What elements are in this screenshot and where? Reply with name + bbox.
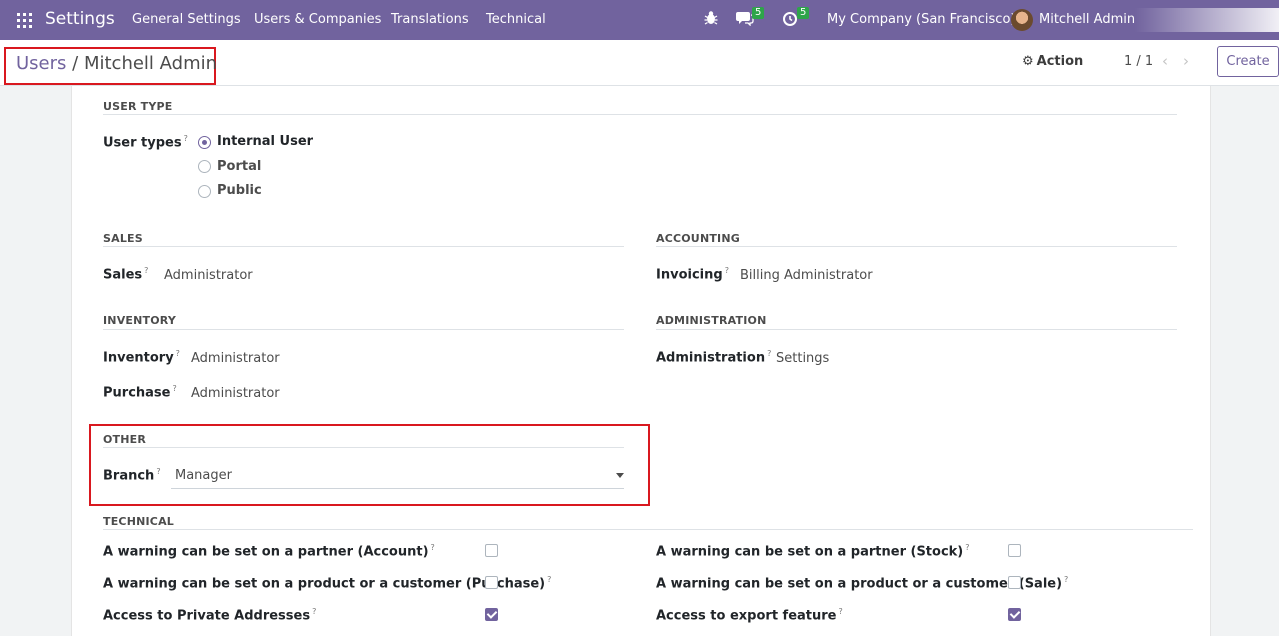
invoicing-label: Invoicing? [656,266,729,283]
action-button[interactable]: ⚙ Action [1022,54,1083,69]
gear-icon: ⚙ [1022,54,1034,69]
create-button[interactable]: Create [1217,46,1279,77]
user-menu[interactable]: Mitchell Admin [1039,12,1135,27]
invoicing-value[interactable]: Billing Administrator [740,268,873,283]
pager-previous-icon[interactable]: ‹ [1162,52,1168,70]
section-sales: SALES [103,232,143,245]
messages-chat-icon[interactable]: 5 [736,7,765,30]
user-avatar[interactable] [1011,9,1033,31]
section-administration: ADMINISTRATION [656,314,767,327]
breadcrumb-users-link[interactable]: Users [16,53,66,74]
activities-badge: 5 [797,7,810,19]
menu-users-companies[interactable]: Users & Companies [254,12,381,27]
inventory-label: Inventory? [103,349,180,366]
tech-right-label-1: A warning can be set on a product or a c… [656,575,1069,592]
tech-left-checkbox-0[interactable] [485,544,498,557]
apps-menu-icon[interactable] [17,13,32,28]
navbar-fade [1135,8,1279,32]
tech-left-label-0: A warning can be set on a partner (Accou… [103,543,435,560]
branch-select[interactable]: Manager [171,464,624,489]
section-other: OTHER [103,433,147,446]
radio-internal-user-label[interactable]: Internal User [217,134,313,149]
section-accounting: ACCOUNTING [656,232,740,245]
tech-left-label-2: Access to Private Addresses? [103,607,317,624]
activities-clock-icon[interactable]: 5 [782,7,810,30]
section-inventory: INVENTORY [103,314,177,327]
administration-label: Administration? [656,349,772,366]
pager-value[interactable]: 1 / 1 [1124,54,1153,69]
tech-right-label-2: Access to export feature? [656,607,843,624]
divider [103,114,1177,115]
radio-public[interactable] [198,185,211,198]
menu-translations[interactable]: Translations [391,12,469,27]
caret-down-icon[interactable] [616,473,624,478]
action-label: Action [1036,54,1084,69]
menu-general-settings[interactable]: General Settings [132,12,241,27]
inventory-value[interactable]: Administrator [191,351,280,366]
purchase-value[interactable]: Administrator [191,386,280,401]
radio-public-label[interactable]: Public [217,183,262,198]
branch-select-value: Manager [175,468,232,483]
divider [103,329,624,330]
user-types-label: User types? [103,134,188,151]
divider [656,246,1177,247]
radio-portal[interactable] [198,160,211,173]
administration-value[interactable]: Settings [776,351,829,366]
control-panel: Users / Mitchell Admin ⚙ Action 1 / 1 ‹ ›… [0,40,1279,86]
breadcrumb-separator: / [72,53,79,74]
divider [103,447,624,448]
tech-left-checkbox-2[interactable] [485,608,498,621]
tech-right-checkbox-0[interactable] [1008,544,1021,557]
radio-portal-label[interactable]: Portal [217,159,261,174]
debug-bug-icon[interactable] [704,10,718,30]
sales-value[interactable]: Administrator [164,268,253,283]
section-technical: TECHNICAL [103,515,174,528]
divider [103,529,1193,530]
divider [656,329,1177,330]
tech-right-checkbox-1[interactable] [1008,576,1021,589]
top-navbar: Settings General Settings Users & Compan… [0,0,1279,40]
breadcrumb: Users / Mitchell Admin [4,47,218,85]
tech-left-checkbox-1[interactable] [485,576,498,589]
tech-right-checkbox-2[interactable] [1008,608,1021,621]
messages-badge: 5 [752,7,765,19]
divider [103,246,624,247]
pager-next-icon[interactable]: › [1183,52,1189,70]
sales-label: Sales? [103,266,149,283]
breadcrumb-current: Mitchell Admin [83,53,218,74]
company-switcher[interactable]: My Company (San Francisco) [827,12,1015,27]
app-title[interactable]: Settings [45,9,115,29]
branch-label: Branch? [103,467,161,484]
menu-technical[interactable]: Technical [486,12,546,27]
purchase-label: Purchase? [103,384,177,401]
tech-right-label-0: A warning can be set on a partner (Stock… [656,543,970,560]
section-user-type: USER TYPE [103,100,173,113]
radio-internal-user[interactable] [198,136,211,149]
